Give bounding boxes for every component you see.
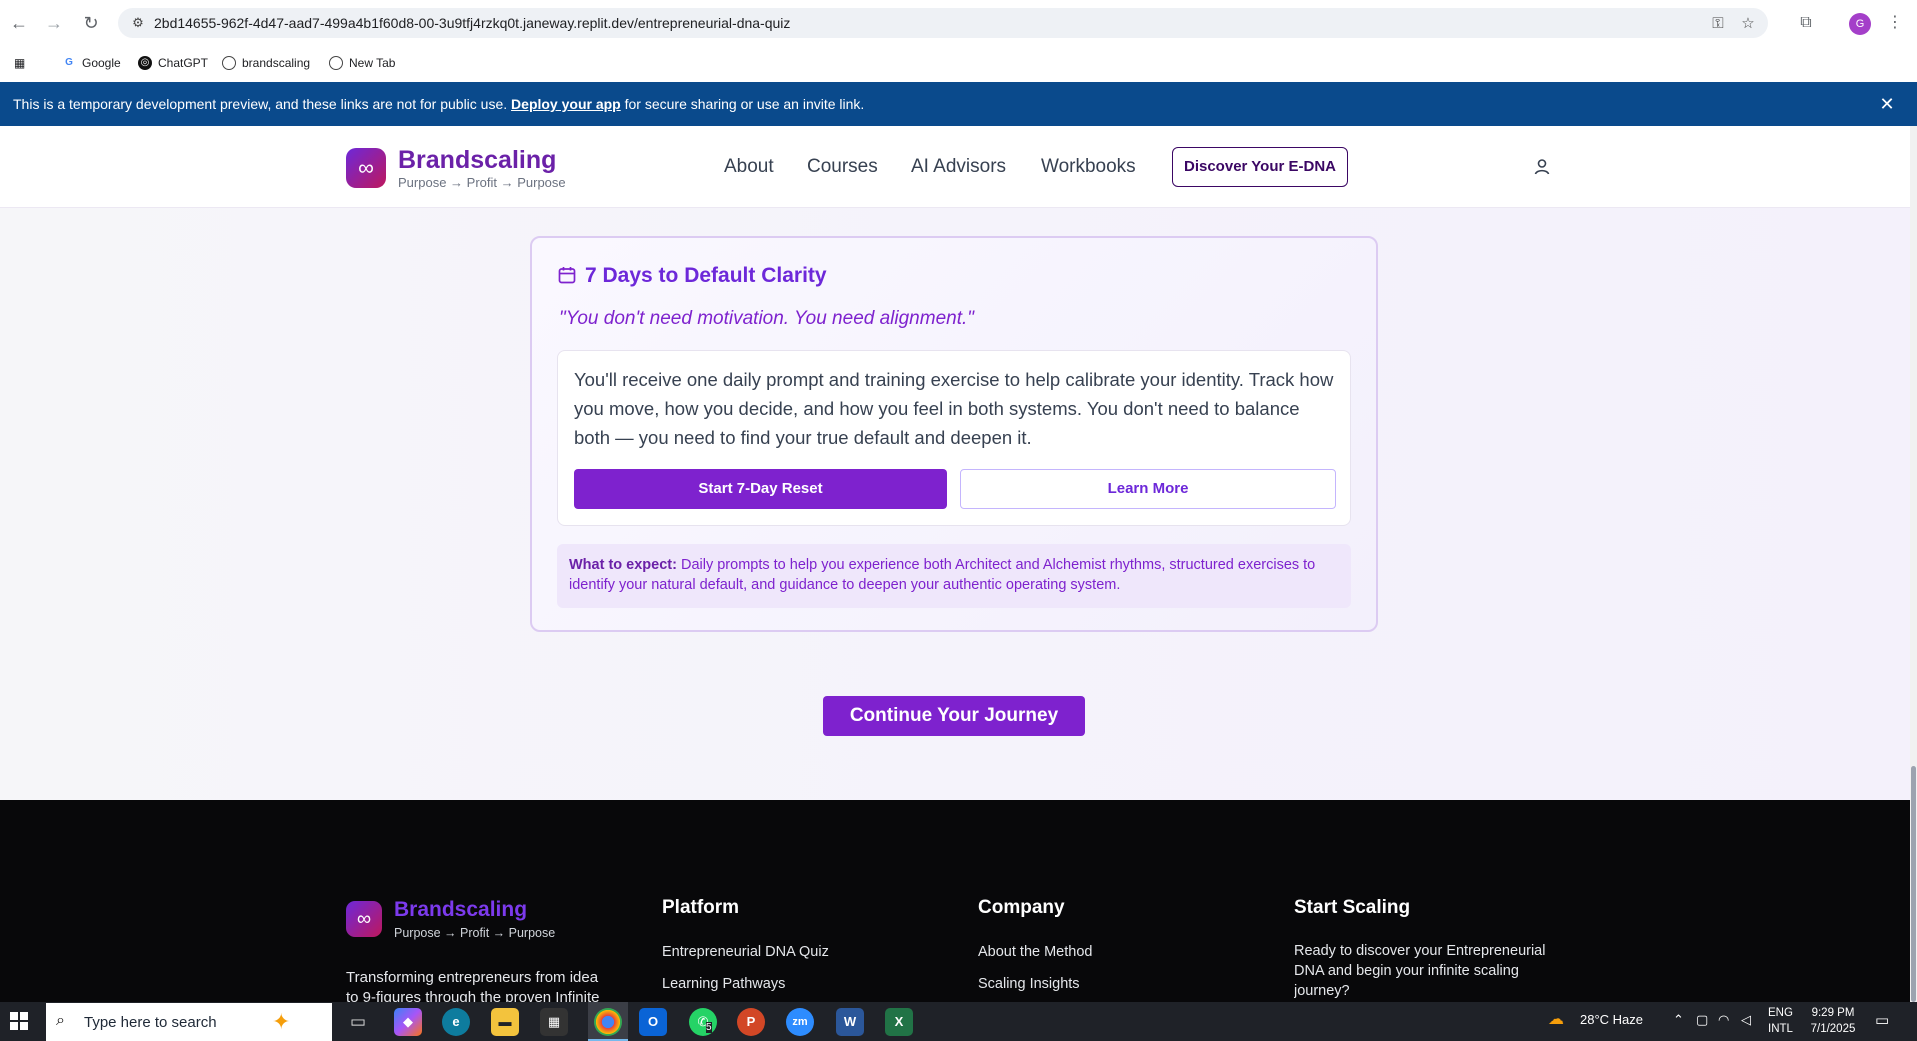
continue-journey-button[interactable]: Continue Your Journey [823, 696, 1085, 736]
bookmark-google[interactable]: G Google [62, 53, 121, 73]
chevron-up-icon[interactable]: ⌃ [1673, 1012, 1684, 1028]
calendar-icon [558, 267, 576, 284]
infinity-logo-icon[interactable]: ∞ [346, 148, 386, 188]
bookmarks-bar: ▦ G Google ◎ ChatGPT brandscaling New Ta… [0, 48, 1917, 78]
task-view-icon[interactable]: ▭ [344, 1008, 372, 1036]
discover-edna-button[interactable]: Discover Your E-DNA [1172, 147, 1348, 187]
windows-taskbar: ⌕ Type here to search ✦ ▭ ◆ e ▬ ▦ O ✆ 5 … [0, 1002, 1917, 1041]
card-title: 7 Days to Default Clarity [585, 264, 827, 287]
bookmark-star-icon[interactable]: ☆ [1738, 14, 1758, 34]
site-settings-icon[interactable]: ⚙ [128, 13, 148, 33]
volume-icon[interactable]: ◁ [1741, 1012, 1751, 1028]
google-icon: G [65, 57, 73, 68]
address-bar[interactable]: ⚙ 2bd14655-962f-4d47-aad7-499a4b1f60d8-0… [118, 8, 1768, 38]
search-placeholder: Type here to search [84, 1014, 217, 1031]
footer-link-scaling-insights[interactable]: Scaling Insights [978, 976, 1080, 992]
whatsapp-badge: 5 [706, 1022, 712, 1033]
bookmark-brandscaling[interactable]: brandscaling [222, 53, 310, 73]
file-explorer-icon[interactable]: ▬ [491, 1008, 519, 1036]
excel-icon[interactable]: X [885, 1008, 913, 1036]
nav-about[interactable]: About [724, 156, 774, 178]
expect-label: What to expect: [569, 557, 677, 573]
menu-kebab-icon[interactable]: ⋮ [1884, 12, 1906, 34]
footer-description: Transforming entrepreneurs from idea to … [346, 969, 600, 1002]
weather-icon[interactable]: ☁ [1548, 1009, 1564, 1029]
store-icon[interactable]: ▦ [540, 1008, 568, 1036]
wifi-icon[interactable]: ◠ [1718, 1012, 1729, 1028]
chatgpt-icon: ◎ [138, 56, 152, 70]
taskbar-search[interactable]: ⌕ Type here to search ✦ [46, 1003, 332, 1041]
page-scrollbar[interactable] [1910, 126, 1917, 1002]
notifications-icon[interactable]: ▭ [1875, 1011, 1889, 1029]
infinity-logo-icon[interactable]: ∞ [346, 901, 382, 937]
whatsapp-icon[interactable]: ✆ [689, 1008, 717, 1036]
word-icon[interactable]: W [836, 1008, 864, 1036]
chrome-icon[interactable] [594, 1008, 622, 1036]
outlook-icon[interactable]: O [639, 1008, 667, 1036]
nav-courses[interactable]: Courses [807, 156, 878, 178]
nav-workbooks[interactable]: Workbooks [1041, 156, 1136, 178]
user-icon[interactable] [1532, 157, 1552, 177]
copilot-icon[interactable]: ◆ [394, 1008, 422, 1036]
brand-tagline: Purpose → Profit → Purpose [398, 175, 566, 190]
back-icon[interactable]: ← [8, 12, 30, 34]
footer-link-dna-quiz[interactable]: Entrepreneurial DNA Quiz [662, 944, 829, 960]
footer-link-about-method[interactable]: About the Method [978, 944, 1092, 960]
globe-icon [329, 56, 343, 70]
footer-tagline: Purpose → Profit → Purpose [394, 926, 556, 940]
card-body-text: You'll receive one daily prompt and trai… [574, 369, 1334, 448]
profile-avatar[interactable]: G [1849, 13, 1871, 35]
meet-icon[interactable]: ▢ [1696, 1012, 1708, 1028]
banner-text: This is a temporary development preview,… [13, 96, 865, 112]
windows-start-icon[interactable] [10, 1012, 28, 1030]
footer-platform-title: Platform [662, 897, 740, 918]
reload-icon[interactable]: ↻ [80, 12, 102, 34]
brand-name[interactable]: Brandscaling [398, 146, 556, 175]
footer-start-text: Ready to discover your Entrepreneurial D… [1294, 943, 1546, 999]
close-icon[interactable]: ✕ [1876, 93, 1898, 115]
url-text[interactable]: 2bd14655-962f-4d47-aad7-499a4b1f60d8-00-… [154, 15, 790, 31]
powerpoint-icon[interactable]: P [737, 1008, 765, 1036]
globe-icon [222, 56, 236, 70]
site-header: ∞ Brandscaling Purpose → Profit → Purpos… [0, 126, 1910, 208]
extensions-icon[interactable]: ⧉ [1795, 12, 1817, 34]
footer-start-title: Start Scaling [1294, 897, 1411, 918]
edge-icon[interactable]: e [442, 1008, 470, 1036]
clarity-card: 7 Days to Default Clarity "You don't nee… [530, 236, 1378, 632]
zoom-icon[interactable]: zm [786, 1008, 814, 1036]
clock[interactable]: 9:29 PM 7/1/2025 [1806, 1005, 1860, 1037]
search-icon: ⌕ [56, 1012, 65, 1029]
browser-chrome: ← → ↻ ⚙ 2bd14655-962f-4d47-aad7-499a4b1f… [0, 0, 1917, 82]
bookmark-chatgpt[interactable]: ◎ ChatGPT [138, 53, 208, 73]
footer-link-learning-pathways[interactable]: Learning Pathways [662, 976, 785, 992]
footer-brand[interactable]: Brandscaling [394, 898, 527, 922]
address-row: ← → ↻ ⚙ 2bd14655-962f-4d47-aad7-499a4b1f… [0, 0, 1917, 46]
weather-text[interactable]: 28°C Haze [1580, 1012, 1643, 1027]
dev-preview-banner: This is a temporary development preview,… [0, 82, 1917, 126]
language-indicator[interactable]: ENG INTL [1768, 1005, 1793, 1037]
card-inner-panel: You'll receive one daily prompt and trai… [557, 350, 1351, 526]
site-footer: ∞ Brandscaling Purpose → Profit → Purpos… [0, 800, 1910, 1002]
password-key-icon[interactable]: ⚿ [1708, 14, 1728, 34]
what-to-expect-box: What to expect: Daily prompts to help yo… [557, 544, 1351, 608]
expect-text: Daily prompts to help you experience bot… [569, 557, 1316, 593]
sparkle-icon: ✦ [272, 1009, 291, 1034]
scrollbar-thumb[interactable] [1911, 766, 1916, 1002]
apps-grid-icon[interactable]: ▦ [14, 53, 25, 73]
forward-icon[interactable]: → [43, 12, 65, 34]
learn-more-button[interactable]: Learn More [960, 469, 1336, 509]
nav-ai-advisors[interactable]: AI Advisors [911, 156, 1006, 178]
footer-company-title: Company [978, 897, 1065, 918]
bookmark-new-tab[interactable]: New Tab [329, 53, 395, 73]
start-reset-button[interactable]: Start 7-Day Reset [574, 469, 947, 509]
card-quote: "You don't need motivation. You need ali… [559, 308, 975, 329]
deploy-link[interactable]: Deploy your app [511, 96, 621, 112]
